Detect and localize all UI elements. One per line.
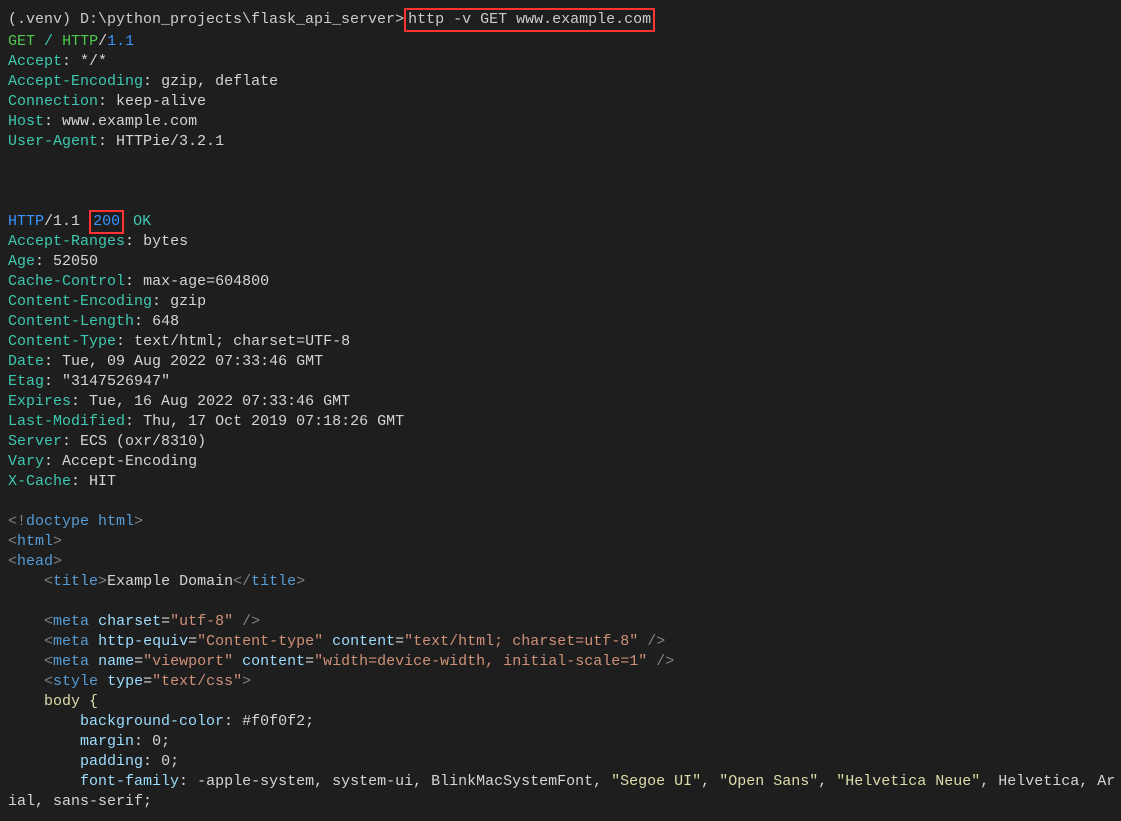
status-code-highlight: 200 (89, 210, 124, 234)
css-margin-prop: margin: 0; (8, 732, 1113, 752)
css-font-prop-line1: font-family: -apple-system, system-ui, B… (8, 772, 1113, 792)
blank-line (8, 492, 1113, 512)
res-header: Server: ECS (oxr/8310) (8, 432, 1113, 452)
res-header: X-Cache: HIT (8, 472, 1113, 492)
res-header: Last-Modified: Thu, 17 Oct 2019 07:18:26… (8, 412, 1113, 432)
html-open-tag: <html> (8, 532, 1113, 552)
prompt-line: (.venv) D:\python_projects\flask_api_ser… (8, 8, 1113, 32)
blank-line (8, 152, 1113, 172)
res-header: Content-Length: 648 (8, 312, 1113, 332)
res-header: Date: Tue, 09 Aug 2022 07:33:46 GMT (8, 352, 1113, 372)
status-text: OK (133, 213, 151, 230)
res-header: Cache-Control: max-age=604800 (8, 272, 1113, 292)
res-header: Expires: Tue, 16 Aug 2022 07:33:46 GMT (8, 392, 1113, 412)
request-version: 1.1 (107, 33, 134, 50)
blank-line (8, 192, 1113, 212)
css-body-selector: body { (8, 692, 1113, 712)
res-header: Accept-Ranges: bytes (8, 232, 1113, 252)
blank-line (8, 172, 1113, 192)
css-padding-prop: padding: 0; (8, 752, 1113, 772)
response-status-line: HTTP/1.1 200 OK (8, 212, 1113, 232)
request-protocol: HTTP (62, 33, 98, 50)
response-version: 1.1 (53, 213, 80, 230)
command-text: http -v GET www.example.com (408, 11, 651, 28)
status-code: 200 (93, 213, 120, 230)
html-doctype: <!doctype html> (8, 512, 1113, 532)
style-tag-line: <style type="text/css"> (8, 672, 1113, 692)
title-tag-line: <title>Example Domain</title> (8, 572, 1113, 592)
css-bg-prop: background-color: #f0f0f2; (8, 712, 1113, 732)
req-header-host: Host: www.example.com (8, 112, 1113, 132)
req-header-accept: Accept: */* (8, 52, 1113, 72)
req-header-connection: Connection: keep-alive (8, 92, 1113, 112)
res-header: Content-Encoding: gzip (8, 292, 1113, 312)
css-font-prop-line2: ial, sans-serif; (8, 792, 1113, 812)
response-protocol: HTTP (8, 213, 44, 230)
blank-line (8, 592, 1113, 612)
request-method: GET (8, 33, 35, 50)
head-open-tag: <head> (8, 552, 1113, 572)
meta-http-equiv-line: <meta http-equiv="Content-type" content=… (8, 632, 1113, 652)
meta-viewport-line: <meta name="viewport" content="width=dev… (8, 652, 1113, 672)
request-line: GET / HTTP/1.1 (8, 32, 1113, 52)
res-header: Age: 52050 (8, 252, 1113, 272)
req-header-accept-encoding: Accept-Encoding: gzip, deflate (8, 72, 1113, 92)
prompt-prefix: (.venv) D:\python_projects\flask_api_ser… (8, 11, 404, 28)
command-highlight: http -v GET www.example.com (404, 8, 655, 32)
request-path: / (44, 33, 53, 50)
meta-charset-line: <meta charset="utf-8" /> (8, 612, 1113, 632)
req-header-user-agent: User-Agent: HTTPie/3.2.1 (8, 132, 1113, 152)
res-header: Vary: Accept-Encoding (8, 452, 1113, 472)
res-header: Etag: "3147526947" (8, 372, 1113, 392)
res-header: Content-Type: text/html; charset=UTF-8 (8, 332, 1113, 352)
